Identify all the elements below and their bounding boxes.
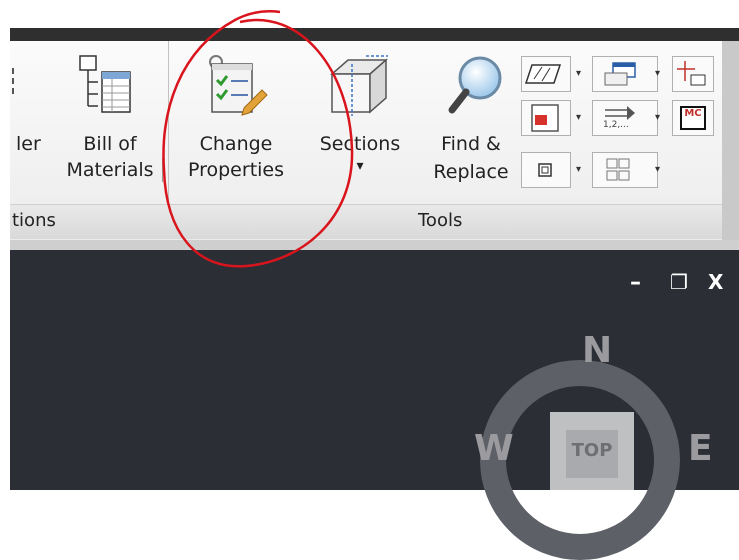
- compass-west[interactable]: W: [474, 428, 514, 469]
- partial-button-label[interactable]: ler: [16, 132, 41, 156]
- bill-of-materials-button[interactable]: Bill of Materials: [58, 48, 163, 198]
- small-dropdown-2[interactable]: ▾: [655, 68, 660, 79]
- small-dropdown-4[interactable]: ▾: [576, 112, 581, 123]
- title-strip: [10, 28, 739, 41]
- small-dropdown-1[interactable]: ▾: [576, 68, 581, 79]
- sections-label: Sections: [319, 133, 401, 155]
- find-replace-button[interactable]: Find & Replace: [426, 48, 516, 198]
- small-dropdown-7[interactable]: ▾: [576, 164, 581, 175]
- mc-icon: MC: [680, 106, 706, 130]
- small-button-4[interactable]: [521, 100, 571, 136]
- small-button-5[interactable]: 1,2,...: [592, 100, 658, 136]
- change-properties-label-line2: Properties: [187, 159, 285, 181]
- ribbon-edge: [722, 41, 739, 240]
- minimize-button[interactable]: –: [630, 270, 641, 295]
- hatch-icon: [524, 64, 562, 84]
- compass-north[interactable]: N: [582, 330, 612, 371]
- group-label-left: tions: [12, 210, 56, 231]
- section-cube-icon: [330, 55, 388, 116]
- partial-tool-icon: [12, 68, 14, 94]
- document-icon: [531, 104, 559, 132]
- grid-layout-icon: [606, 158, 630, 181]
- change-properties-button[interactable]: Change Properties: [176, 48, 296, 198]
- small-button-7[interactable]: [521, 152, 571, 188]
- bill-of-materials-label-line1: Bill of: [83, 133, 137, 155]
- magnifier-icon: [448, 56, 502, 114]
- viewcube-top-label[interactable]: TOP: [566, 440, 618, 461]
- change-properties-icon: [209, 55, 268, 116]
- restore-button[interactable]: ❐: [670, 270, 688, 294]
- small-button-8[interactable]: [592, 152, 658, 188]
- sections-button[interactable]: Sections ▾: [312, 48, 408, 198]
- small-dropdown-5[interactable]: ▾: [655, 112, 660, 123]
- group-label-tools: Tools: [418, 210, 463, 231]
- table-insert-icon: [604, 62, 636, 86]
- small-button-2[interactable]: [592, 56, 658, 92]
- bill-of-materials-label-line2: Materials: [58, 158, 163, 182]
- top-white-bar: [0, 0, 739, 28]
- change-properties-label-line1: Change: [199, 133, 273, 155]
- ribbon-group-labels: [10, 204, 722, 239]
- small-dropdown-8[interactable]: ▾: [655, 164, 660, 175]
- partial-left-icon[interactable]: [10, 60, 32, 116]
- sections-dropdown-arrow[interactable]: ▾: [312, 154, 408, 178]
- find-replace-label-line2: Replace: [433, 161, 509, 183]
- mc-button[interactable]: MC: [672, 100, 714, 136]
- mc-label: MC: [684, 108, 702, 119]
- small-button-1[interactable]: [521, 56, 571, 92]
- frame-icon: [538, 163, 552, 177]
- ribbon-viewport-gap: [10, 240, 739, 250]
- close-button[interactable]: X: [708, 270, 723, 294]
- small-button-3[interactable]: [672, 56, 714, 92]
- find-replace-label-line1: Find &: [441, 133, 501, 155]
- compass-east[interactable]: E: [688, 428, 713, 469]
- origin-marker-icon: [677, 61, 706, 86]
- bill-of-materials-icon: [79, 55, 131, 113]
- numbering-label: 1,2,...: [603, 120, 629, 130]
